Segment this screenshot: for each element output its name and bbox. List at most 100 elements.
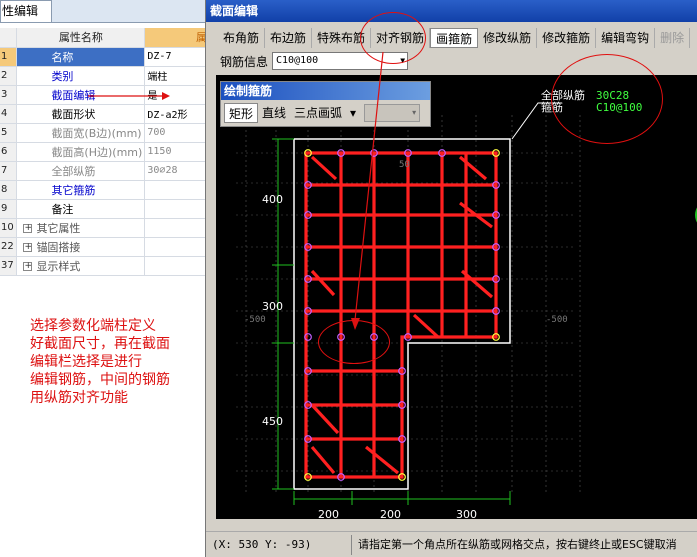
legend-highlight-circle (551, 54, 663, 144)
delete-button[interactable]: 删除 (655, 28, 691, 48)
draw-option-select[interactable]: ▾ (364, 104, 421, 122)
stirrup-tie (310, 403, 340, 435)
property-value[interactable] (144, 180, 210, 200)
property-name-header: 属性名称 (16, 28, 146, 48)
stirrup-tie (458, 155, 488, 181)
rebar-info-value: C10@100 (276, 55, 319, 66)
row-number: 37 (0, 256, 18, 276)
property-name: 备注 (16, 199, 146, 219)
modify-stirrup-button[interactable]: 修改箍筋 (537, 28, 597, 48)
tab-property-edit[interactable]: 性编辑 (0, 0, 52, 22)
property-value[interactable]: DZ-a2形 (144, 104, 210, 124)
property-value[interactable] (144, 256, 210, 276)
property-row[interactable]: 9 备注 (0, 199, 210, 219)
property-name: 类别 (16, 66, 146, 86)
property-row[interactable]: 5 截面宽(B边)(mm) 700 (0, 123, 210, 143)
property-group-label: 其它属性 (36, 221, 81, 235)
property-value[interactable]: 30⌀28 (144, 161, 210, 181)
property-name: 截面高(H边)(mm) (16, 142, 146, 162)
property-row[interactable]: 7 全部纵筋 30⌀28 (0, 161, 210, 181)
draw-stirrup-title: 绘制箍筋 (221, 82, 430, 100)
instruction-annotation: 选择参数化端柱定义 好截面尺寸，再在截面 编辑栏选择是进行 编辑钢筋，中间的钢筋… (30, 318, 170, 406)
property-row[interactable]: 22 + 锚固搭接 (0, 237, 210, 257)
dim-left-2: 300 (262, 300, 283, 313)
stirrup-tie (364, 445, 400, 475)
property-value-header: 属 (144, 28, 210, 48)
three-point-arc-button[interactable]: 三点画弧 (290, 103, 346, 123)
property-value[interactable]: 端柱 (144, 66, 210, 86)
expand-icon[interactable]: + (23, 224, 33, 233)
axis-label-left: -500 (244, 315, 266, 325)
line-tool-button[interactable]: 直线 (258, 103, 290, 123)
property-row[interactable]: 8 其它箍筋 (0, 180, 210, 200)
row-number: 3 (0, 85, 18, 105)
property-name: 截面编辑 (16, 85, 146, 105)
expand-icon[interactable]: + (23, 243, 33, 252)
row-number: 4 (0, 104, 18, 124)
row-number: 10 (0, 218, 18, 238)
property-panel: 性编辑 属性名称 属 1 名称 DZ-7 2 类别 端柱 3 截面编辑是 4 截面形状 DZ-a2形… (0, 0, 210, 557)
chevron-down-icon[interactable]: ▾ (346, 103, 360, 123)
stirrup-tie (310, 269, 336, 297)
row-number: 2 (0, 66, 18, 86)
property-group-label: 锚固搭接 (36, 240, 81, 254)
property-row[interactable]: 4 截面形状 DZ-a2形 (0, 104, 210, 124)
property-row[interactable]: 6 截面高(H边)(mm) 1150 (0, 142, 210, 162)
row-number: 7 (0, 161, 18, 181)
property-value[interactable] (144, 237, 210, 257)
draw-stirrup-button[interactable]: 画箍筋 (430, 28, 479, 48)
property-name: 截面形状 (16, 104, 146, 124)
property-name: 截面宽(B边)(mm) (16, 123, 146, 143)
property-row[interactable]: 2 类别 端柱 (0, 66, 210, 86)
rebar-info-label: 钢筋信息 (220, 54, 269, 69)
stirrup-tie (310, 155, 338, 181)
edge-rebar-button[interactable]: 布边筋 (265, 28, 313, 48)
section-toolbar: 布角筋 布边筋 特殊布筋 对齐钢筋 画箍筋 修改纵筋 修改箍筋 编辑弯钩 删除 (218, 27, 691, 49)
modify-long-rebar-button[interactable]: 修改纵筋 (478, 28, 538, 48)
row-number-header (0, 28, 18, 48)
axis-label-right: -500 (546, 315, 568, 325)
draw-stirrup-tools: 矩形 直线 三点画弧 ▾ ▾ (221, 100, 430, 126)
property-value[interactable] (144, 199, 210, 219)
stirrup-tie (310, 445, 336, 475)
row-number: 9 (0, 199, 18, 219)
row-number: 6 (0, 142, 18, 162)
property-value[interactable]: 是 (144, 85, 210, 105)
rectangle-tool-button[interactable]: 矩形 (224, 103, 259, 123)
property-row[interactable]: 1 名称 DZ-7 (0, 47, 210, 67)
edit-hook-button[interactable]: 编辑弯钩 (596, 28, 656, 48)
property-name: + 锚固搭接 (16, 237, 146, 257)
property-table: 属性名称 属 1 名称 DZ-7 2 类别 端柱 3 截面编辑是 4 截面形状 DZ-a2形 5 截面宽… (0, 28, 210, 276)
dim-bottom-1: 200 (318, 508, 339, 519)
property-value[interactable]: DZ-7 (144, 47, 210, 67)
dim-left-3: 450 (262, 415, 283, 428)
coordinate-readout: (X: 530 Y: -93) (206, 534, 352, 555)
property-name: 名称 (16, 47, 146, 67)
status-hint: 请指定第一个角点所在纵筋或网格交点，按右键终止或ESC键取消 (358, 537, 677, 551)
corner-rebar-button[interactable]: 布角筋 (218, 28, 266, 48)
property-row[interactable]: 37 + 显示样式 (0, 256, 210, 276)
property-row[interactable]: 10 + 其它属性 (0, 218, 210, 238)
dim-left-1: 400 (262, 193, 283, 206)
draw-stirrup-panel: 绘制箍筋 矩形 直线 三点画弧 ▾ ▾ (220, 81, 431, 127)
property-value[interactable]: 700 (144, 123, 210, 143)
property-name: 其它箍筋 (16, 180, 146, 200)
property-name: + 显示样式 (16, 256, 146, 276)
align-rebar-highlight-circle (360, 12, 426, 64)
row-number: 22 (0, 237, 18, 257)
property-row[interactable]: 3 截面编辑是 (0, 85, 210, 105)
axis-label-top: 50 (399, 160, 410, 170)
property-group-label: 显示样式 (36, 259, 81, 273)
row-number: 8 (0, 180, 18, 200)
property-value[interactable]: 1150 (144, 142, 210, 162)
property-table-header: 属性名称 属 (0, 28, 210, 48)
dialog-title: 截面编辑 (206, 0, 697, 22)
property-name: 全部纵筋 (16, 161, 146, 181)
dim-bottom-2: 200 (380, 508, 401, 519)
row-number: 5 (0, 123, 18, 143)
property-name: + 其它属性 (16, 218, 146, 238)
status-bar: (X: 530 Y: -93) 请指定第一个角点所在纵筋或网格交点，按右键终止或… (206, 531, 697, 557)
stirrup-tie (412, 313, 440, 339)
expand-icon[interactable]: + (23, 262, 33, 271)
property-value[interactable] (144, 218, 210, 238)
